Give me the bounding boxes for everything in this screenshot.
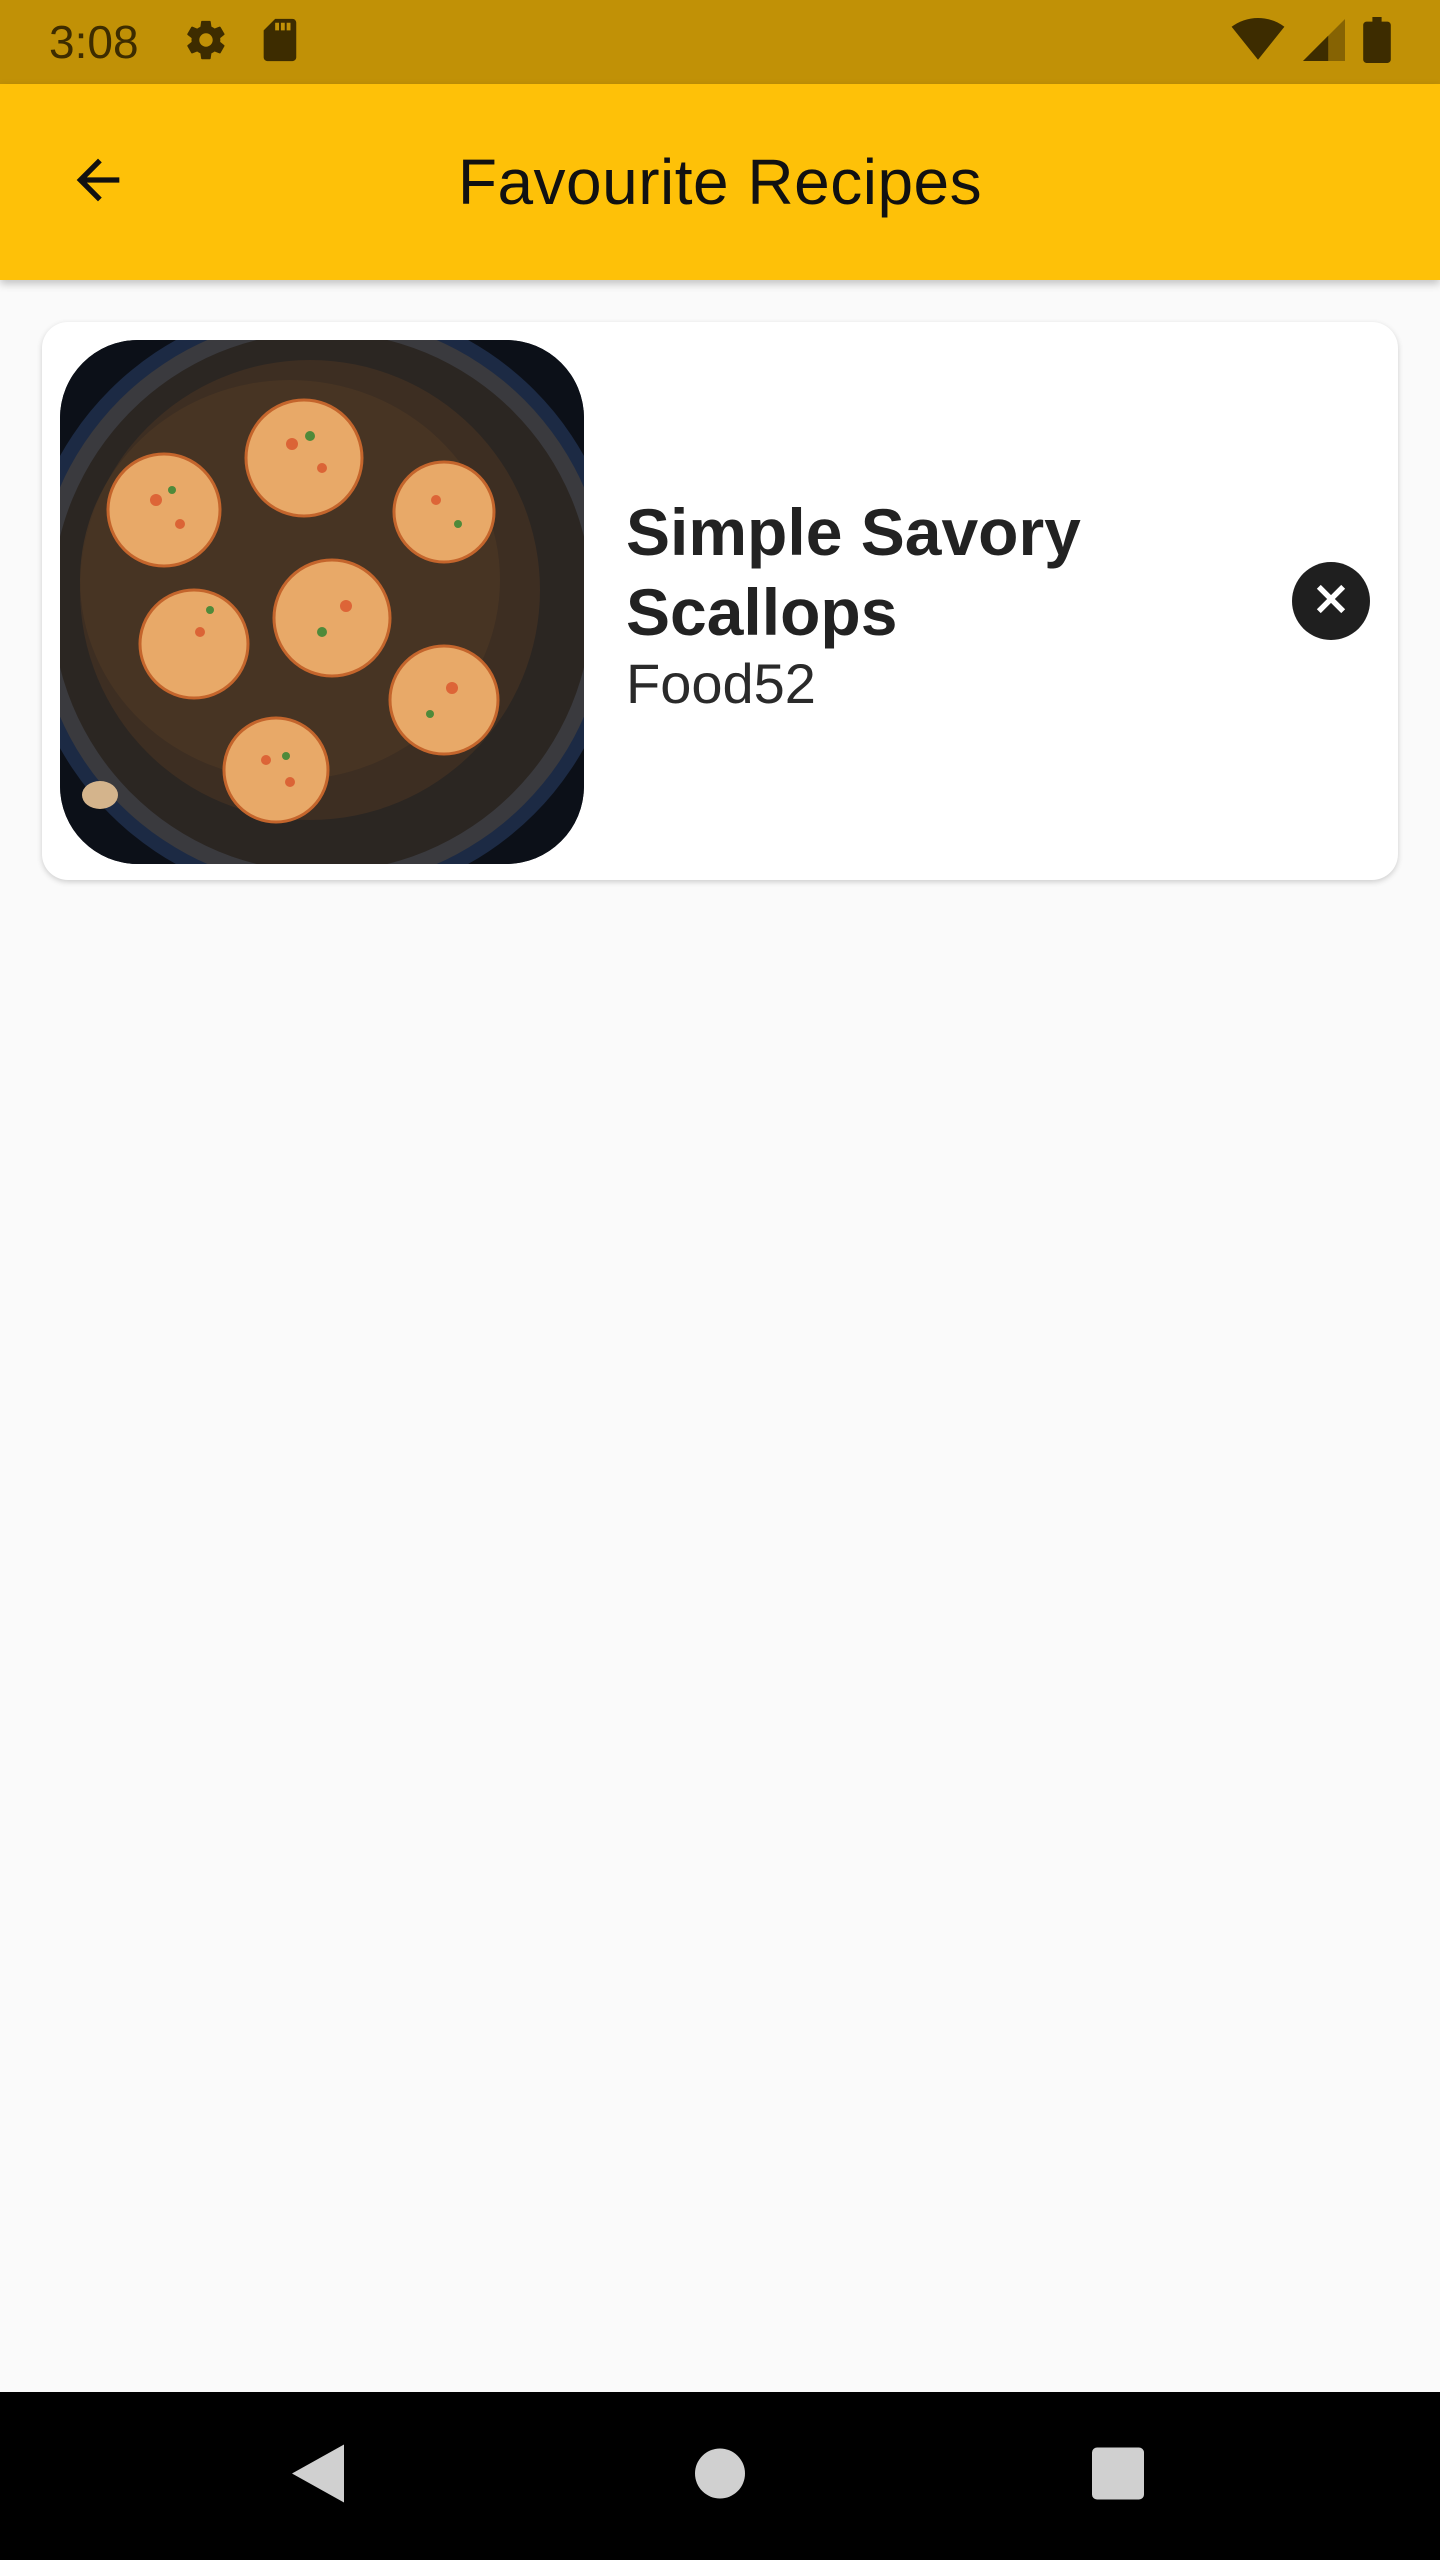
recipe-image [60, 340, 584, 864]
remove-favourite-button[interactable] [1292, 562, 1370, 640]
home-circle-icon [694, 2448, 746, 2504]
status-bar: 3:08 [0, 0, 1440, 84]
recipe-text: Simple Savory Scallops Food52 [626, 492, 1186, 716]
close-circle-icon [1309, 577, 1353, 626]
settings-icon [183, 17, 229, 68]
status-time: 3:08 [49, 16, 139, 68]
system-nav-bar [0, 2392, 1440, 2560]
scallops-pan-illustration [60, 340, 584, 864]
nav-recents-button[interactable] [1091, 2447, 1145, 2506]
back-triangle-icon [290, 2444, 346, 2509]
recipe-title: Simple Savory Scallops [626, 495, 1081, 649]
cell-signal-icon [1303, 18, 1345, 67]
status-right-icons [1231, 16, 1391, 68]
recipe-card[interactable]: Simple Savory Scallops Food52 [42, 322, 1398, 880]
arrow-back-icon [66, 148, 130, 217]
app-bar: Favourite Recipes [0, 84, 1440, 280]
battery-icon [1363, 16, 1391, 68]
back-button[interactable] [52, 136, 144, 228]
recents-square-icon [1091, 2447, 1145, 2505]
recipe-source: Food52 [626, 652, 816, 715]
page-title: Favourite Recipes [457, 146, 983, 218]
nav-back-button[interactable] [290, 2443, 346, 2510]
wifi-icon [1231, 17, 1285, 67]
sd-card-icon [259, 17, 299, 68]
nav-home-button[interactable] [694, 2448, 746, 2505]
